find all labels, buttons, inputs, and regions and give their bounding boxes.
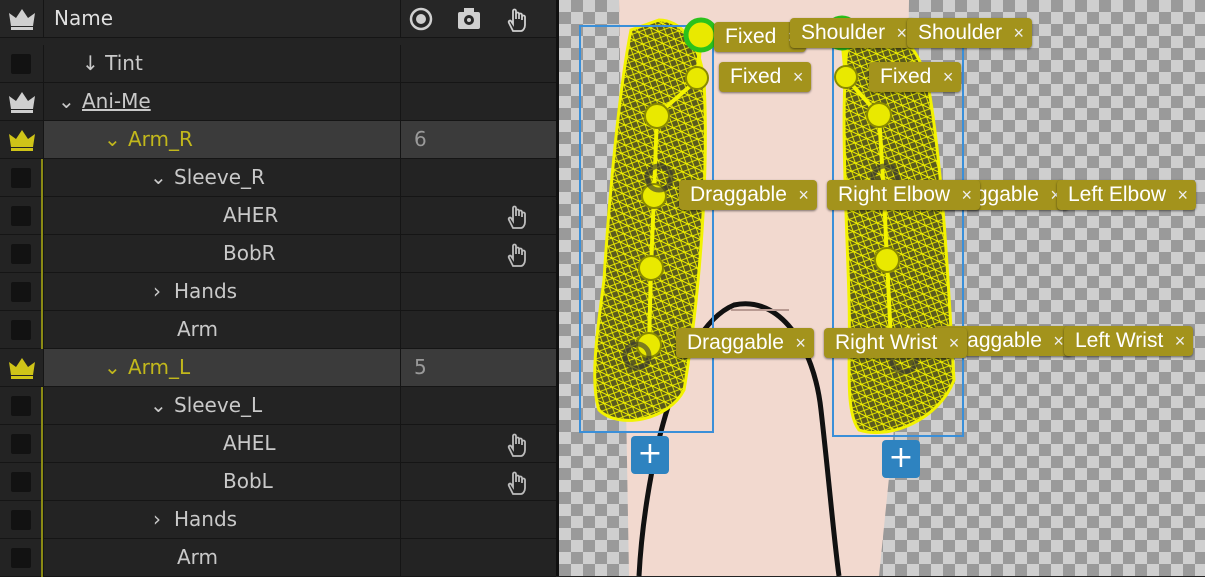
camera-settings-icon[interactable] [456, 6, 482, 32]
hand-grab-icon[interactable] [503, 430, 531, 458]
layer-row-bobr[interactable]: BobR [0, 235, 556, 273]
visibility-target-icon[interactable] [408, 6, 434, 32]
pin-tag-left-wrist[interactable]: Left Wrist × [1064, 326, 1194, 356]
add-handle-button[interactable]: + [631, 436, 669, 474]
chevron-down-icon[interactable]: ⌄ [104, 349, 121, 386]
row-checkbox[interactable] [11, 396, 31, 416]
layer-label: ⌄ Ani-Me [58, 83, 614, 120]
chevron-right-icon[interactable]: › [150, 273, 164, 310]
layer-row-arm-l[interactable]: ⌄ Arm_L 5 [0, 349, 556, 387]
layer-row-ani-me[interactable]: ⌄ Ani-Me [0, 83, 556, 121]
pin-tag-shoulder-left[interactable]: Shoulder × [907, 18, 1033, 48]
row-checkbox[interactable] [11, 548, 31, 568]
layer-row-sleeve-r[interactable]: ⌄ Sleeve_R [0, 159, 556, 197]
layer-row-hands-l[interactable]: › Hands [0, 501, 556, 539]
layer-row-tint[interactable]: ↓ Tint [0, 45, 556, 83]
pin-tag-right-wrist[interactable]: Right Wrist × [824, 328, 968, 358]
chevron-down-icon[interactable]: ⌄ [58, 83, 75, 120]
row-checkbox[interactable] [11, 510, 31, 530]
chevron-down-icon[interactable]: ⌄ [150, 159, 167, 196]
close-icon[interactable]: × [949, 328, 960, 358]
layer-count: 5 [414, 355, 427, 379]
chevron-down-icon[interactable]: ⌄ [150, 387, 167, 424]
layer-row-bobl[interactable]: BobL [0, 463, 556, 501]
chevron-down-icon[interactable]: ⌄ [104, 121, 121, 158]
panel-header: Name [0, 0, 556, 38]
layer-row-ahel[interactable]: AHEL [0, 425, 556, 463]
pin-tag-draggable[interactable]: Draggable × [676, 328, 814, 358]
row-checkbox[interactable] [11, 472, 31, 492]
pin-tag-right-elbow[interactable]: Right Elbow × [827, 180, 981, 210]
hand-grab-icon[interactable] [503, 202, 531, 230]
row-checkbox[interactable] [11, 320, 31, 340]
layer-row-hands-r[interactable]: › Hands [0, 273, 556, 311]
close-icon[interactable]: × [962, 180, 973, 210]
close-icon[interactable]: × [795, 328, 806, 358]
close-icon[interactable]: × [1014, 18, 1025, 48]
layer-row-arm-r[interactable]: ⌄ Arm_R 6 [0, 121, 556, 159]
layer-count: 6 [414, 127, 427, 151]
layer-label: ↓ Tint [82, 51, 143, 75]
puppet-canvas[interactable]: Fixed× Shoulder× Shoulder× Fixed× Fixed×… [559, 0, 1205, 576]
hand-grab-icon[interactable] [503, 5, 531, 33]
crown-icon[interactable] [8, 7, 36, 31]
pin-tag-fixed[interactable]: Fixed× [869, 62, 962, 92]
layer-row-arm-r-child[interactable]: Arm [0, 311, 556, 349]
row-checkbox[interactable] [11, 434, 31, 454]
layer-row-aher[interactable]: AHER [0, 197, 556, 235]
add-handle-button[interactable]: + [882, 440, 920, 478]
close-icon[interactable]: × [798, 180, 809, 210]
row-checkbox[interactable] [11, 206, 31, 226]
close-icon[interactable]: × [793, 62, 804, 92]
pin-tag-fixed[interactable]: Fixed× [719, 62, 812, 92]
layer-row-sleeve-l[interactable]: ⌄ Sleeve_L [0, 387, 556, 425]
hand-grab-icon[interactable] [503, 240, 531, 268]
crown-icon[interactable] [8, 356, 36, 380]
layer-row-arm-l-child[interactable]: Arm [0, 539, 556, 577]
close-icon[interactable]: × [897, 18, 908, 48]
arrow-down-right-icon: ↓ [82, 51, 99, 75]
hand-grab-icon[interactable] [503, 468, 531, 496]
chevron-right-icon[interactable]: › [150, 501, 164, 538]
close-icon[interactable]: × [943, 62, 954, 92]
crown-icon[interactable] [8, 90, 36, 114]
row-checkbox[interactable] [11, 244, 31, 264]
crown-icon[interactable] [8, 128, 36, 152]
pin-tag-draggable[interactable]: Draggable × [679, 180, 817, 210]
row-checkbox[interactable] [11, 282, 31, 302]
name-column-header[interactable]: Name [54, 0, 354, 37]
pin-tag-shoulder-right[interactable]: Shoulder × [790, 18, 916, 48]
pin-tag-left-elbow[interactable]: Left Elbow × [1057, 180, 1197, 210]
close-icon[interactable]: × [1175, 326, 1186, 356]
close-icon[interactable]: × [1178, 180, 1189, 210]
close-icon[interactable]: × [1053, 326, 1064, 356]
header-crown-cell [0, 0, 44, 37]
row-checkbox[interactable] [11, 54, 31, 74]
row-checkbox[interactable] [11, 168, 31, 188]
layers-panel: Name ↓ Tint ⌄ Ani-Me ⌄ Arm_R 6 ⌄ Sleeve_R A… [0, 0, 556, 577]
